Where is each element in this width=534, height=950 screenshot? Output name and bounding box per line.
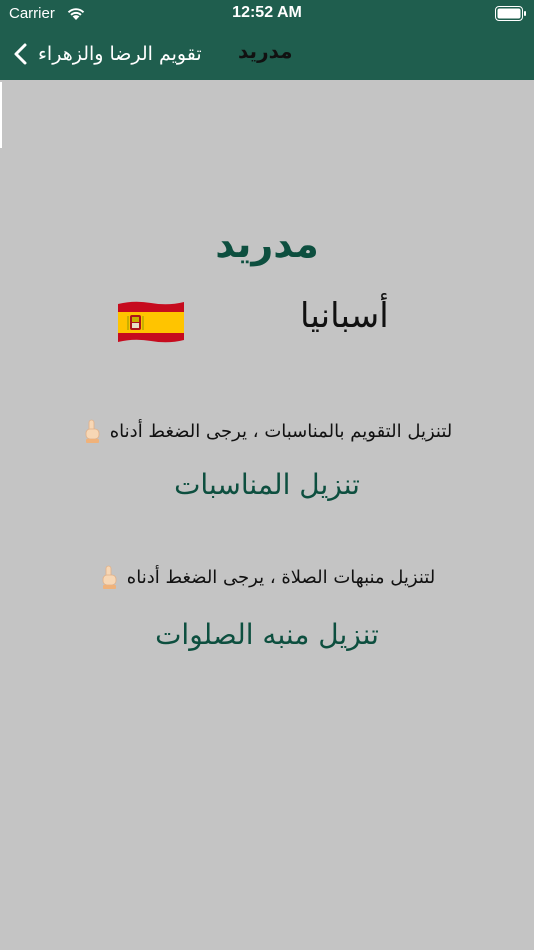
- battery-icon: [495, 6, 526, 21]
- country-name: أسبانيا: [300, 296, 389, 336]
- chevron-left-icon: [14, 43, 27, 65]
- download-prayer-alarms-button[interactable]: تنزيل منبه الصلوات: [0, 618, 534, 651]
- page-title: مدريد: [238, 39, 293, 63]
- city-title: مدريد: [215, 222, 319, 266]
- back-button-label: تقويم الرضا والزهراء: [38, 43, 202, 65]
- spain-flag-icon: [118, 301, 184, 343]
- prayer-instruction: لتنزيل منبهات الصلاة ، يرجى الضغط أدناه: [0, 564, 534, 590]
- scroll-indicator: [0, 82, 2, 148]
- header: Carrier 12:52 AM تقويم الرضا والزهراء مد…: [0, 0, 534, 80]
- status-time: 12:52 AM: [232, 4, 302, 21]
- navigation-bar: تقويم الرضا والزهراء مدريد: [0, 28, 534, 80]
- events-instruction-text: لتنزيل التقويم بالمناسبات ، يرجى الضغط أ…: [109, 420, 453, 442]
- prayer-instruction-text: لتنزيل منبهات الصلاة ، يرجى الضغط أدناه: [126, 566, 436, 588]
- events-instruction: لتنزيل التقويم بالمناسبات ، يرجى الضغط أ…: [0, 418, 534, 444]
- pointing-down-hand-icon: [85, 419, 100, 443]
- back-button[interactable]: تقويم الرضا والزهراء: [12, 36, 202, 72]
- status-bar: Carrier 12:52 AM: [0, 0, 534, 28]
- download-events-button[interactable]: تنزيل المناسبات: [0, 468, 534, 501]
- pointing-down-hand-icon: [102, 565, 117, 589]
